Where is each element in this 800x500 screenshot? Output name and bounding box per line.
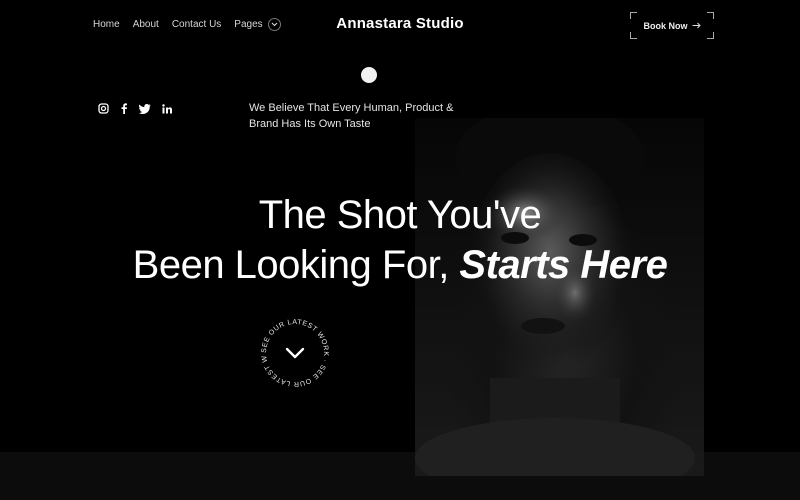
headline-line-1: The Shot You've [258, 193, 542, 237]
corner-decoration [707, 12, 714, 19]
book-now-label: Book Now [643, 20, 688, 31]
hero-portrait-photo [415, 118, 704, 476]
arrow-right-icon [692, 22, 701, 29]
twitter-icon[interactable] [139, 103, 151, 114]
badge-circular-text: SEE OUR LATEST WORK · SEE OUR LATEST WOR… [258, 316, 329, 387]
corner-decoration [707, 32, 714, 39]
see-latest-work-badge[interactable]: SEE OUR LATEST WORK · SEE OUR LATEST WOR… [255, 311, 332, 390]
social-links [98, 103, 172, 114]
hero-headline: The Shot You've Been Looking For, Starts… [0, 190, 800, 290]
hero-tagline: We Believe That Every Human, Product & B… [249, 100, 453, 132]
facebook-icon[interactable] [120, 103, 128, 114]
headline-line-2: Been Looking For, Starts Here [0, 240, 800, 290]
tagline-line-1: We Believe That Every Human, Product & [249, 102, 454, 114]
page: Home About Contact Us Pages Annastara St… [0, 0, 800, 500]
chevron-down-icon [285, 347, 305, 359]
book-now-button[interactable]: Book Now [630, 12, 714, 39]
linkedin-icon[interactable] [162, 103, 172, 114]
headline-line-2-plain: Been Looking For, [132, 243, 460, 287]
instagram-icon[interactable] [98, 103, 109, 114]
tagline-line-2: Brand Has Its Own Taste [249, 118, 371, 130]
corner-decoration [630, 12, 637, 19]
white-dot-decoration [361, 67, 377, 83]
corner-decoration [630, 32, 637, 39]
portrait-image [415, 118, 695, 476]
headline-emphasis: Starts Here [459, 243, 668, 287]
